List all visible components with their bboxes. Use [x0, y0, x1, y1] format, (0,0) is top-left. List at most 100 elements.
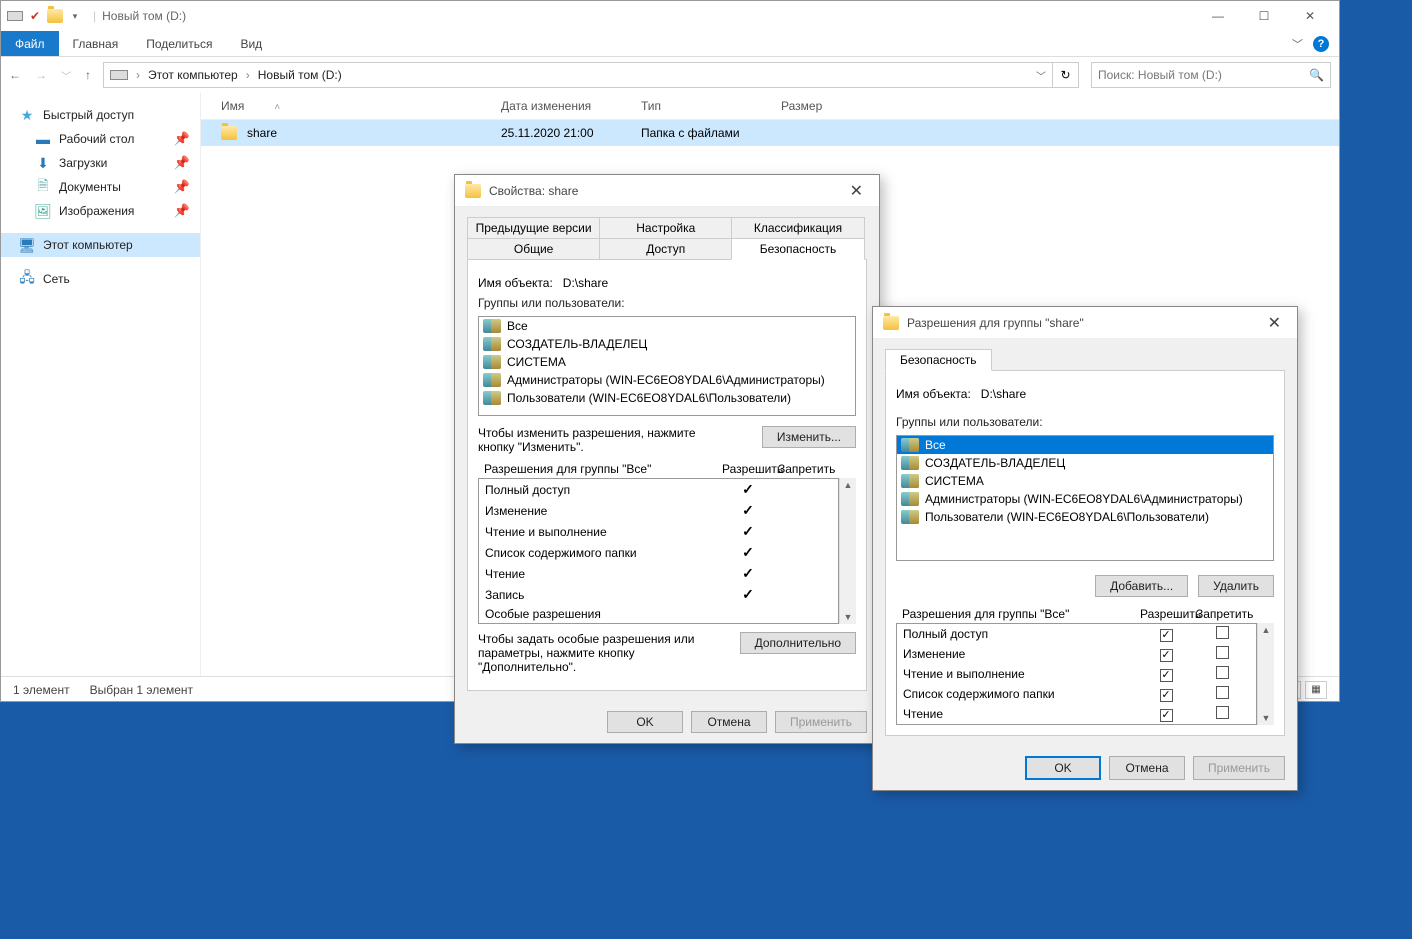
file-size	[781, 126, 881, 140]
remove-button[interactable]: Удалить	[1198, 575, 1274, 597]
group-item[interactable]: Пользователи (WIN-EC6EO8YDAL6\Пользовате…	[897, 508, 1273, 526]
tab-general[interactable]: Общие	[467, 238, 600, 260]
ok-button[interactable]: OK	[607, 711, 683, 733]
sidebar-network[interactable]: 🖧 Сеть	[1, 267, 200, 291]
nav-up-icon[interactable]: ↑	[85, 68, 91, 83]
sidebar-label: Быстрый доступ	[43, 108, 134, 122]
allow-mark: ✓	[720, 523, 776, 540]
deny-checkbox[interactable]	[1216, 666, 1229, 679]
col-size[interactable]: Размер	[781, 99, 881, 113]
sidebar-quick-access[interactable]: ★ Быстрый доступ	[1, 103, 200, 127]
close-icon[interactable]: ✕	[844, 181, 869, 201]
group-item[interactable]: Все	[479, 317, 855, 335]
allow-header: Разрешить	[722, 462, 778, 476]
ribbon-expand-icon[interactable]: ﹀	[1292, 36, 1303, 52]
scrollbar[interactable]: ▲▼	[1257, 623, 1274, 725]
sidebar-item-label: Изображения	[59, 204, 134, 218]
tab-share[interactable]: Поделиться	[132, 31, 226, 56]
group-icon	[483, 391, 501, 405]
tab-security[interactable]: Безопасность	[885, 349, 992, 371]
close-icon[interactable]: ✕	[1262, 313, 1287, 333]
chevron-icon[interactable]: ›	[246, 68, 250, 82]
sidebar-item-documents[interactable]: 🗎 Документы 📌	[1, 175, 200, 199]
allow-checkbox[interactable]: ✓	[1160, 629, 1173, 642]
tab-sharing[interactable]: Доступ	[599, 238, 732, 260]
groups-listbox[interactable]: ВсеСОЗДАТЕЛЬ-ВЛАДЕЛЕЦСИСТЕМА Администрато…	[896, 435, 1274, 561]
groups-listbox[interactable]: ВсеСОЗДАТЕЛЬ-ВЛАДЕЛЕЦСИСТЕМААдминистрато…	[478, 316, 856, 416]
apply-button[interactable]: Применить	[775, 711, 867, 733]
edit-button[interactable]: Изменить...	[762, 426, 856, 448]
group-item[interactable]: Все	[897, 436, 1273, 454]
sidebar-item-downloads[interactable]: ⬇ Загрузки 📌	[1, 151, 200, 175]
group-item[interactable]: СИСТЕМА	[897, 472, 1273, 490]
help-icon[interactable]: ?	[1313, 36, 1329, 52]
maximize-button[interactable]: ☐	[1241, 1, 1287, 31]
apply-button[interactable]: Применить	[1193, 756, 1285, 780]
sidebar-thispc[interactable]: 🖥 Этот компьютер	[1, 233, 200, 257]
allow-checkbox[interactable]: ✓	[1160, 689, 1173, 702]
breadcrumb-dropdown-icon[interactable]: ﹀	[1036, 68, 1046, 83]
close-button[interactable]: ✕	[1287, 1, 1333, 31]
deny-checkbox[interactable]	[1216, 646, 1229, 659]
folder-icon	[221, 126, 237, 140]
sidebar: ★ Быстрый доступ ▬ Рабочий стол 📌 ⬇ Загр…	[1, 93, 201, 676]
sidebar-item-pictures[interactable]: 🖼 Изображения 📌	[1, 199, 200, 223]
sort-icon: ˄	[274, 102, 280, 113]
col-date[interactable]: Дата изменения	[501, 99, 641, 113]
tab-classification[interactable]: Классификация	[731, 217, 864, 239]
security-panel: Имя объекта: D:\share Группы или пользов…	[467, 259, 867, 691]
tab-customize[interactable]: Настройка	[599, 217, 732, 239]
nav-recent-icon[interactable]: ﹀	[61, 68, 71, 83]
search-placeholder: Поиск: Новый том (D:)	[1098, 68, 1222, 82]
cancel-button[interactable]: Отмена	[691, 711, 767, 733]
group-item[interactable]: СОЗДАТЕЛЬ-ВЛАДЕЛЕЦ	[479, 335, 855, 353]
allow-checkbox[interactable]: ✓	[1160, 669, 1173, 682]
search-input[interactable]: Поиск: Новый том (D:) 🔍	[1091, 62, 1331, 88]
crumb-drive[interactable]: Новый том (D:)	[258, 68, 342, 82]
dialog-titlebar[interactable]: Разрешения для группы "share" ✕	[873, 307, 1297, 339]
allow-mark: ✓	[720, 586, 776, 603]
tab-security[interactable]: Безопасность	[731, 238, 864, 260]
minimize-button[interactable]: —	[1195, 1, 1241, 31]
add-button[interactable]: Добавить...	[1095, 575, 1188, 597]
nav-forward-icon[interactable]: →	[35, 68, 47, 83]
group-item[interactable]: Пользователи (WIN-EC6EO8YDAL6\Пользовате…	[479, 389, 855, 407]
deny-checkbox[interactable]	[1216, 686, 1229, 699]
ok-button[interactable]: OK	[1025, 756, 1101, 780]
scrollbar[interactable]: ▲▼	[839, 478, 856, 624]
group-item[interactable]: СОЗДАТЕЛЬ-ВЛАДЕЛЕЦ	[897, 454, 1273, 472]
cancel-button[interactable]: Отмена	[1109, 756, 1185, 780]
allow-checkbox[interactable]: ✓	[1160, 709, 1173, 722]
dialog-titlebar[interactable]: Свойства: share ✕	[455, 175, 879, 207]
qat-dropdown-icon[interactable]: ▾	[67, 8, 83, 24]
column-headers[interactable]: Имя˄ Дата изменения Тип Размер	[201, 93, 1339, 120]
file-type: Папка с файлами	[641, 126, 781, 140]
qat-folder-icon[interactable]	[47, 8, 63, 24]
group-item[interactable]: СИСТЕМА	[479, 353, 855, 371]
group-item[interactable]: Администраторы (WIN-EC6EO8YDAL6\Админист…	[479, 371, 855, 389]
titlebar: ✔ ▾ | Новый том (D:) — ☐ ✕	[1, 1, 1339, 31]
view-icons-button[interactable]: ▦	[1305, 681, 1327, 699]
crumb-thispc[interactable]: Этот компьютер	[148, 68, 238, 82]
group-item[interactable]: Администраторы (WIN-EC6EO8YDAL6\Админист…	[897, 490, 1273, 508]
deny-checkbox[interactable]	[1216, 706, 1229, 719]
breadcrumb[interactable]: › Этот компьютер › Новый том (D:) ﹀	[103, 62, 1053, 88]
group-label: Администраторы (WIN-EC6EO8YDAL6\Админист…	[925, 492, 1243, 506]
sidebar-item-desktop[interactable]: ▬ Рабочий стол 📌	[1, 127, 200, 151]
nav-back-icon[interactable]: ←	[9, 68, 21, 83]
tab-previous-versions[interactable]: Предыдущие версии	[467, 217, 600, 239]
qat-check-icon[interactable]: ✔	[27, 8, 43, 24]
tab-view[interactable]: Вид	[226, 31, 276, 56]
advanced-button[interactable]: Дополнительно	[740, 632, 856, 654]
chevron-icon[interactable]: ›	[136, 68, 140, 82]
deny-checkbox[interactable]	[1216, 626, 1229, 639]
qat-drive-icon[interactable]	[7, 8, 23, 24]
tab-file[interactable]: Файл	[1, 31, 59, 56]
tab-home[interactable]: Главная	[59, 31, 133, 56]
file-row[interactable]: share 25.11.2020 21:00 Папка с файлами	[201, 120, 1339, 146]
allow-checkbox[interactable]: ✓	[1160, 649, 1173, 662]
col-type[interactable]: Тип	[641, 99, 781, 113]
dialog-tabs: Предыдущие версии Настройка Классификаци…	[467, 217, 867, 259]
refresh-button[interactable]: ↻	[1053, 62, 1079, 88]
permission-row: Чтение✓	[479, 563, 838, 584]
